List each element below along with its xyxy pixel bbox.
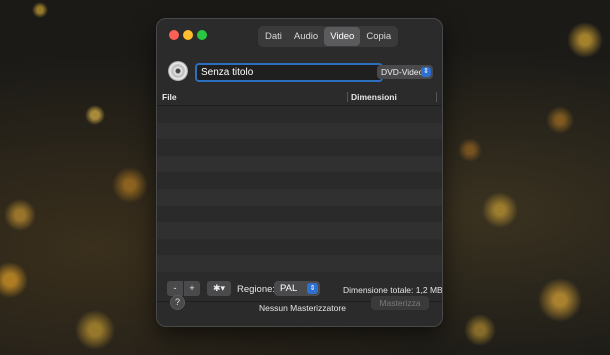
zoom-button[interactable] (197, 30, 207, 40)
total-size-label: Dimensione totale: 1,2 MB (343, 285, 443, 295)
minimize-button[interactable] (183, 30, 193, 40)
table-row (157, 106, 442, 123)
add-button[interactable]: + (184, 281, 200, 296)
disc-type-select[interactable]: DVD-Video ⇕ (377, 65, 433, 79)
remove-button[interactable]: - (167, 281, 183, 296)
column-header-file[interactable]: File (162, 92, 177, 102)
disc-icon (168, 61, 188, 81)
help-button[interactable]: ? (170, 295, 185, 310)
burner-status: Nessun Masterizzatore (259, 303, 346, 313)
close-button[interactable] (169, 30, 179, 40)
region-select[interactable]: PAL ⇕ (274, 281, 320, 296)
table-row (157, 255, 442, 272)
tab-bar: Dati Audio Video Copia (258, 26, 399, 47)
burn-button[interactable]: Masterizza (371, 296, 429, 310)
disc-type-label: DVD-Video (381, 67, 424, 77)
file-table[interactable]: File Dimensioni (157, 89, 442, 272)
tab-video[interactable]: Video (324, 27, 361, 46)
table-row (157, 155, 442, 173)
column-divider[interactable] (347, 92, 348, 102)
chevron-updown-icon: ⇕ (307, 283, 318, 294)
chevron-updown-icon: ⇕ (421, 67, 431, 77)
table-row (157, 238, 442, 256)
title-bar: Dati Audio Video Copia (157, 19, 442, 53)
region-value: PAL (280, 283, 298, 294)
table-header: File Dimensioni (157, 89, 442, 106)
column-header-size[interactable]: Dimensioni (351, 92, 397, 102)
disc-name-field[interactable]: Senza titolo (195, 63, 383, 82)
tab-audio[interactable]: Audio (288, 27, 324, 46)
tab-copia[interactable]: Copia (360, 27, 397, 46)
column-divider[interactable] (436, 92, 437, 102)
table-row (157, 222, 442, 239)
table-row (157, 205, 442, 223)
gear-icon[interactable]: ✱▾ (207, 281, 231, 296)
table-row (157, 188, 442, 206)
burn-window: Dati Audio Video Copia Senza titolo DVD-… (156, 18, 443, 327)
tab-dati[interactable]: Dati (259, 27, 288, 46)
table-row (157, 122, 442, 140)
table-rows (157, 106, 442, 272)
table-row (157, 172, 442, 189)
table-row (157, 139, 442, 156)
region-label: Regione: (237, 284, 276, 295)
